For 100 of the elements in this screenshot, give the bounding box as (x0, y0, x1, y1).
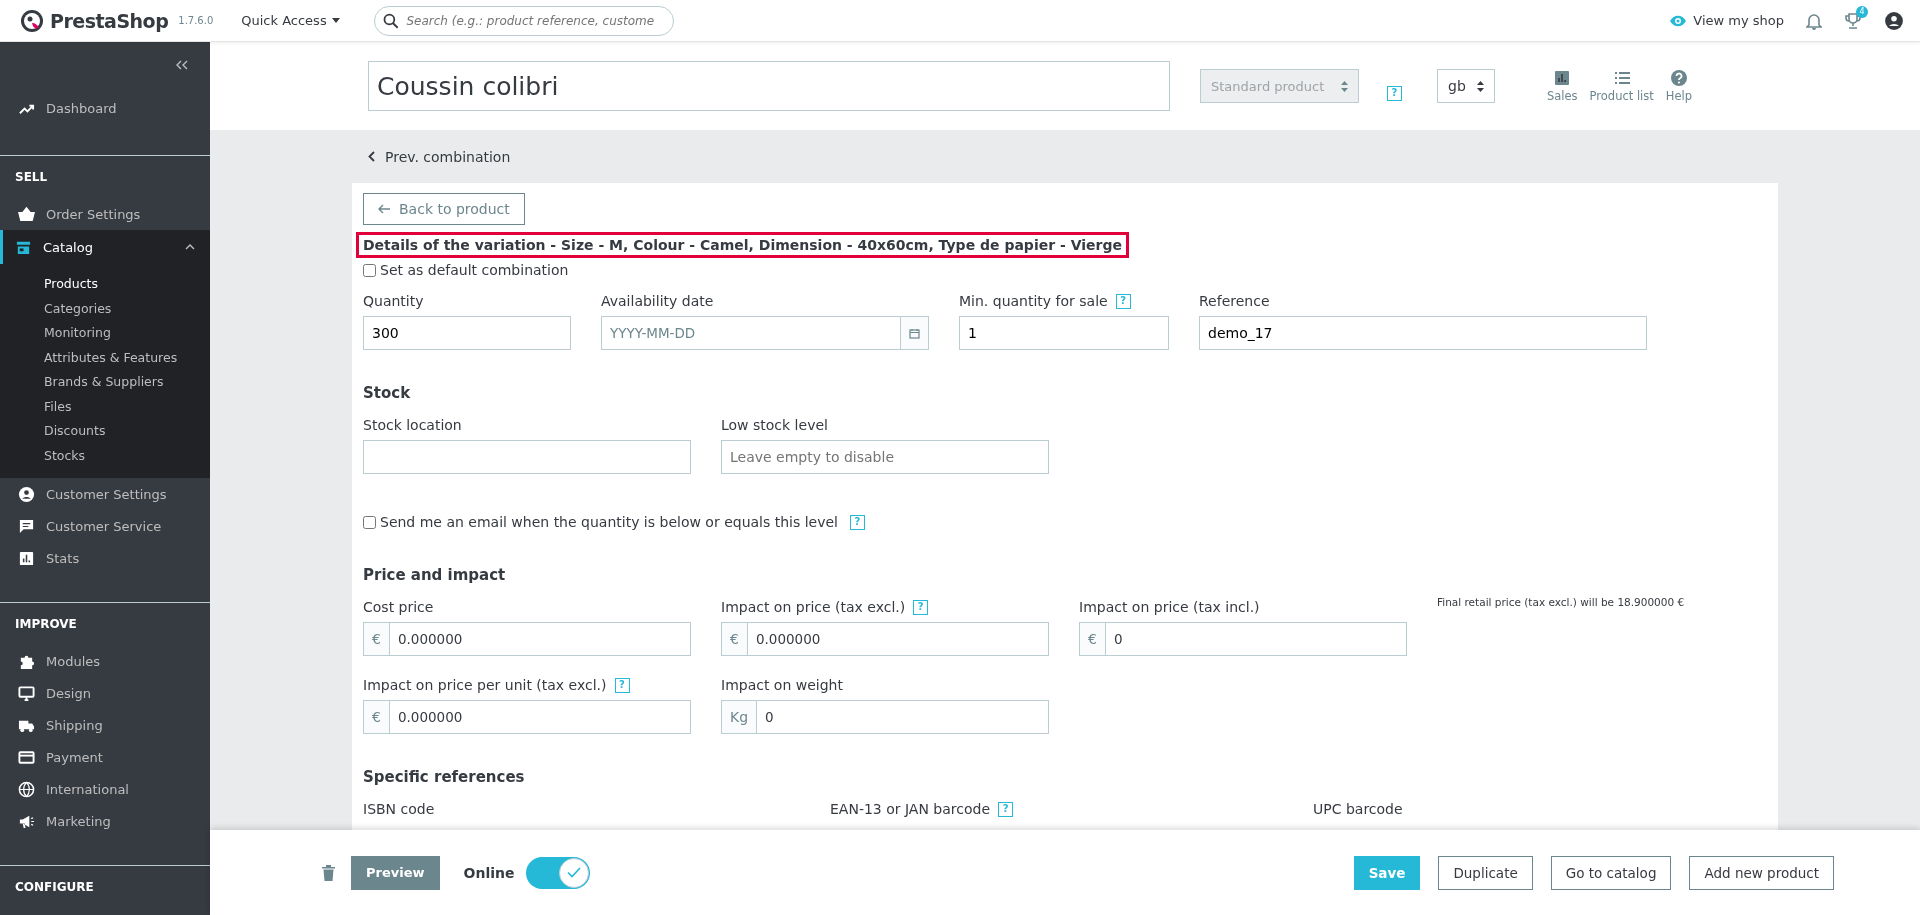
language-select[interactable]: gb (1437, 69, 1495, 103)
view-shop-link[interactable]: View my shop (1669, 13, 1784, 28)
trophy-icon[interactable] (1844, 11, 1862, 30)
input-unit-prefix: € (363, 700, 389, 734)
product-name-field[interactable]: Coussin colibri (368, 61, 1170, 111)
input-field[interactable]: 0.000000 (746, 622, 1049, 656)
person-circle-icon (18, 485, 35, 503)
input-field[interactable]: demo_17 (1199, 316, 1647, 350)
field-label: Availability date (601, 293, 714, 309)
field-label: Cost price (363, 599, 434, 615)
sidebar-item[interactable]: Dashboard (0, 92, 210, 124)
variation-title: Details of the variation - Size - M, Colour - Camel, Dimension - 40x60cm, Type de papier - Vierge (356, 232, 1129, 258)
sidebar-subitem[interactable]: Discounts (0, 419, 210, 444)
sort-arrows-icon (1477, 80, 1484, 92)
field-label: Quantity (363, 293, 424, 309)
checkbox[interactable] (363, 515, 376, 529)
toolbar-action[interactable]: Sales (1547, 69, 1578, 103)
preview-button[interactable]: Preview (351, 855, 440, 890)
chevron-left-icon (368, 151, 375, 162)
checkbox[interactable] (363, 263, 376, 277)
sidebar-subitem[interactable]: Products (0, 272, 210, 297)
online-toggle[interactable] (526, 856, 591, 889)
sidebar-item[interactable]: Catalog (0, 230, 210, 264)
bird-logo-icon (20, 8, 44, 33)
monitor-icon (18, 684, 35, 702)
field-label: ISBN code (363, 801, 435, 817)
sidebar-subitem[interactable]: Monitoring (0, 321, 210, 346)
double-chevron-left-icon[interactable] (176, 60, 188, 70)
arrow-left-icon (378, 204, 391, 214)
checkmark-icon (567, 867, 582, 878)
bell-icon[interactable] (1806, 11, 1822, 30)
sidebar-item[interactable]: Customer Service (0, 510, 210, 542)
sidebar-item[interactable]: Marketing (0, 805, 210, 837)
sidebar-item[interactable]: Shipping (0, 709, 210, 741)
notification-count-badge: 4 (1856, 5, 1868, 18)
sidebar-item[interactable]: Order Settings (0, 198, 210, 230)
footer-button[interactable]: Duplicate (1438, 855, 1533, 890)
field-label: Low stock level (721, 417, 828, 433)
calendar-icon (909, 327, 920, 339)
sidebar-subitem[interactable]: Brands & Suppliers (0, 370, 210, 395)
checkbox-label: Send me an email when the quantity is below or equals this level (380, 514, 838, 530)
footer-button[interactable]: Go to catalog (1550, 855, 1672, 890)
input-field[interactable]: 0 (1104, 622, 1407, 656)
toolbar-action[interactable]: Product list (1589, 69, 1654, 103)
field-label: Stock location (363, 417, 462, 433)
back-to-product-button[interactable]: Back to product (363, 193, 525, 225)
date-field[interactable]: YYYY-MM-DD (601, 316, 901, 350)
chat-bubble-icon (18, 517, 35, 535)
globe-icon (18, 780, 35, 798)
logo-text: PrestaShop (50, 9, 169, 32)
input-field[interactable]: 0.000000 (388, 700, 691, 734)
sidebar-item[interactable]: International (0, 773, 210, 805)
input-unit-prefix: € (1079, 622, 1105, 656)
version-label: 1.7.6.0 (178, 15, 214, 26)
quick-access-menu[interactable]: Quick Access (235, 12, 346, 29)
prev-combination-link[interactable]: Prev. combination (352, 130, 1778, 183)
sidebar-item[interactable]: Customer Settings (0, 478, 210, 510)
account-icon[interactable] (1884, 10, 1904, 31)
sidebar-item[interactable]: Payment (0, 741, 210, 773)
sidebar-subitem[interactable]: Stocks (0, 443, 210, 468)
sort-arrows-icon (1341, 80, 1348, 92)
field-label: Reference (1199, 293, 1270, 309)
eye-icon (1669, 14, 1688, 27)
field-label: UPC barcode (1313, 801, 1403, 817)
calendar-button[interactable] (901, 316, 929, 350)
sidebar-subitem[interactable]: Categories (0, 296, 210, 321)
footer-button[interactable]: Add new product (1689, 855, 1834, 890)
bar-chart-icon (1553, 69, 1572, 87)
final-price-note: Final retail price (tax excl.) will be 18.900000 € (1437, 595, 1686, 608)
section-heading: Stock (363, 384, 412, 402)
caret-icon (331, 18, 340, 23)
help-icon (1669, 69, 1688, 87)
sidebar-section-heading: SELL (14, 170, 49, 186)
toolbar-action[interactable]: Help (1665, 69, 1693, 103)
input-unit-prefix: € (363, 622, 389, 656)
trash-icon[interactable] (322, 864, 335, 881)
input-field[interactable]: 1 (959, 316, 1169, 350)
input-unit-prefix: Kg (721, 700, 757, 734)
field-label: Min. quantity for sale (959, 293, 1108, 309)
input-field[interactable] (363, 440, 691, 474)
sidebar-section-heading: CONFIGURE (14, 880, 95, 896)
sidebar-subitem[interactable]: Files (0, 394, 210, 419)
sidebar-item[interactable]: Modules (0, 645, 210, 677)
section-heading: Price and impact (363, 566, 507, 584)
input-field[interactable]: 300 (363, 316, 571, 350)
section-heading: Specific references (363, 768, 526, 786)
list-icon (1612, 69, 1631, 87)
online-label: Online (463, 864, 515, 881)
credit-card-icon (18, 748, 35, 766)
sidebar-subitem[interactable]: Attributes & Features (0, 345, 210, 370)
input-field[interactable]: Leave empty to disable (721, 440, 1049, 474)
bar-chart-icon (18, 549, 35, 567)
input-field[interactable]: 0.000000 (388, 622, 691, 656)
sidebar-item[interactable]: Stats (0, 542, 210, 574)
field-label: EAN-13 or JAN barcode (830, 801, 991, 817)
field-label: Impact on price (tax excl.) (721, 599, 906, 615)
sidebar-item[interactable]: Design (0, 677, 210, 709)
basket-icon (18, 205, 35, 223)
input-field[interactable]: 0 (756, 700, 1049, 734)
field-label: Impact on price (tax incl.) (1079, 599, 1260, 615)
